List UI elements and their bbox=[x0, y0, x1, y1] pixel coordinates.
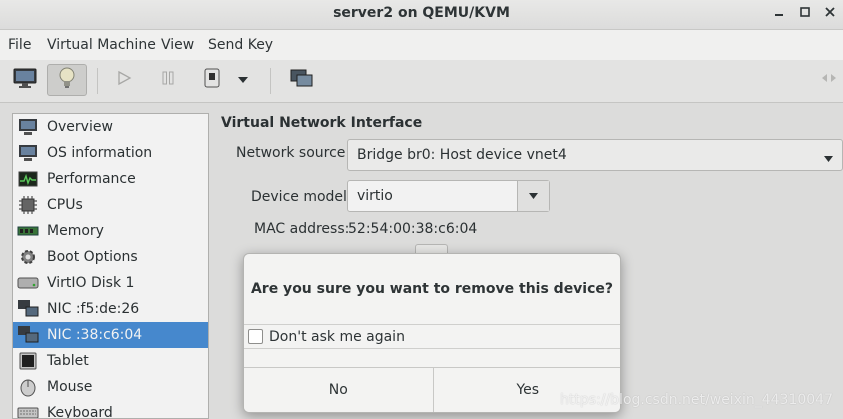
minimize-icon[interactable] bbox=[771, 6, 787, 22]
menu-view[interactable]: View bbox=[161, 37, 194, 53]
dont-ask-again-checkbox[interactable] bbox=[248, 329, 263, 344]
window-title: server2 on QEMU/KVM bbox=[333, 5, 510, 21]
dont-ask-again-row[interactable]: Don't ask me again bbox=[244, 324, 620, 349]
confirm-remove-dialog: Are you sure you want to remove this dev… bbox=[243, 253, 621, 413]
menu-bar: File Virtual Machine View Send Key bbox=[0, 30, 843, 60]
menu-send-key[interactable]: Send Key bbox=[208, 37, 273, 53]
dont-ask-again-label[interactable]: Don't ask me again bbox=[269, 329, 405, 345]
no-button[interactable]: No bbox=[244, 368, 433, 412]
dialog-message: Are you sure you want to remove this dev… bbox=[250, 281, 614, 297]
title-bar: server2 on QEMU/KVM bbox=[0, 0, 843, 30]
close-icon[interactable] bbox=[822, 6, 838, 22]
maximize-icon[interactable] bbox=[797, 6, 813, 22]
menu-file[interactable]: File bbox=[8, 37, 31, 53]
watermark: https://blog.csdn.net/weixin_44310047 bbox=[559, 392, 833, 408]
menu-virtual-machine[interactable]: Virtual Machine bbox=[47, 37, 156, 53]
